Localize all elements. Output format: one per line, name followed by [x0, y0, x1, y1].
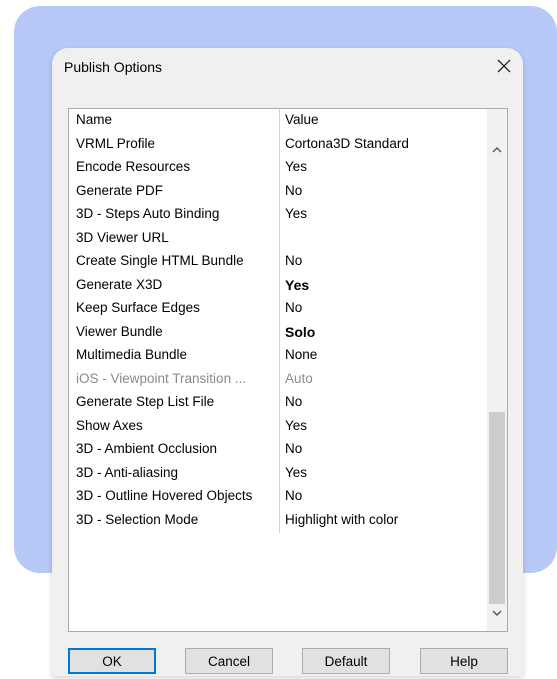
- ok-button[interactable]: OK: [68, 648, 156, 674]
- table-row[interactable]: 3D - Selection Mode Highlight with color: [73, 509, 483, 531]
- close-button[interactable]: [490, 53, 518, 79]
- row-value[interactable]: Highlight with color: [285, 512, 398, 527]
- table-row-disabled: iOS - Viewpoint Transition ... Auto: [73, 368, 483, 390]
- row-name: Create Single HTML Bundle: [76, 253, 244, 268]
- row-value[interactable]: Solo: [285, 324, 315, 340]
- row-name: Generate Step List File: [76, 394, 215, 409]
- table-row[interactable]: Keep Surface Edges No: [73, 297, 483, 319]
- help-button[interactable]: Help: [420, 648, 508, 674]
- row-value[interactable]: Cortona3D Standard: [285, 136, 409, 151]
- row-name: Generate X3D: [76, 276, 163, 292]
- table-row[interactable]: VRML Profile Cortona3D Standard: [73, 133, 483, 155]
- close-icon: [497, 59, 511, 73]
- table-row[interactable]: 3D - Ambient Occlusion No: [73, 438, 483, 460]
- header-value: Value: [285, 112, 319, 127]
- row-name: 3D - Anti-aliasing: [76, 464, 179, 480]
- table-row[interactable]: Generate X3D Yes: [73, 274, 483, 296]
- row-name: Show Axes: [76, 417, 143, 433]
- scroll-down-button[interactable]: [487, 603, 507, 623]
- table-row[interactable]: 3D - Anti-aliasing Yes: [73, 462, 483, 484]
- header-name: Name: [76, 112, 113, 127]
- table-row[interactable]: Show Axes Yes: [73, 415, 483, 437]
- row-value[interactable]: No: [285, 300, 302, 315]
- table-row[interactable]: 3D - Outline Hovered Objects No: [73, 485, 483, 507]
- publish-options-dialog: Publish Options Name Value VRML Profile …: [52, 48, 523, 676]
- table-row[interactable]: 3D - Steps Auto Binding Yes: [73, 203, 483, 225]
- vertical-scrollbar[interactable]: [487, 109, 507, 631]
- row-value[interactable]: Yes: [285, 277, 309, 293]
- table-row[interactable]: Encode Resources Yes: [73, 156, 483, 178]
- row-value[interactable]: None: [285, 347, 317, 362]
- table-row[interactable]: Create Single HTML Bundle No: [73, 250, 483, 272]
- row-name: 3D Viewer URL: [76, 229, 169, 245]
- row-value[interactable]: Yes: [285, 159, 307, 174]
- table-row[interactable]: Generate PDF No: [73, 180, 483, 202]
- table-row[interactable]: 3D Viewer URL: [73, 227, 483, 249]
- row-name: Generate PDF: [76, 182, 164, 198]
- row-name: 3D - Selection Mode: [76, 511, 199, 527]
- row-name: 3D - Steps Auto Binding: [76, 206, 220, 221]
- row-name: iOS - Viewpoint Transition ...: [76, 370, 247, 386]
- row-name: 3D - Ambient Occlusion: [76, 441, 218, 456]
- dialog-title: Publish Options: [64, 59, 163, 75]
- table-row[interactable]: Generate Step List File No: [73, 391, 483, 413]
- row-name: Multimedia Bundle: [76, 347, 188, 362]
- scroll-up-button[interactable]: [487, 139, 507, 159]
- default-button[interactable]: Default: [302, 648, 390, 674]
- row-name: VRML Profile: [76, 135, 156, 151]
- row-value[interactable]: No: [285, 183, 302, 198]
- table-row[interactable]: Viewer Bundle Solo: [73, 321, 483, 343]
- row-name: Encode Resources: [76, 159, 191, 174]
- row-value[interactable]: Yes: [285, 206, 307, 221]
- row-value[interactable]: No: [285, 441, 302, 456]
- row-name: Keep Surface Edges: [76, 300, 200, 315]
- property-grid[interactable]: Name Value VRML Profile Cortona3D Standa…: [68, 108, 508, 632]
- row-value: Auto: [285, 370, 313, 386]
- row-value[interactable]: No: [285, 253, 302, 268]
- row-value[interactable]: Yes: [285, 418, 307, 433]
- row-name: 3D - Outline Hovered Objects: [76, 488, 253, 503]
- row-value[interactable]: No: [285, 394, 302, 409]
- row-value[interactable]: No: [285, 488, 302, 503]
- scrollbar-thumb[interactable]: [489, 412, 505, 604]
- table-row[interactable]: Multimedia Bundle None: [73, 344, 483, 366]
- chevron-down-icon: [492, 610, 502, 616]
- row-value[interactable]: Yes: [285, 465, 307, 480]
- cancel-button[interactable]: Cancel: [185, 648, 273, 674]
- grid-header: Name Value: [73, 109, 483, 131]
- chevron-up-icon: [492, 146, 502, 152]
- row-name: Viewer Bundle: [76, 323, 163, 339]
